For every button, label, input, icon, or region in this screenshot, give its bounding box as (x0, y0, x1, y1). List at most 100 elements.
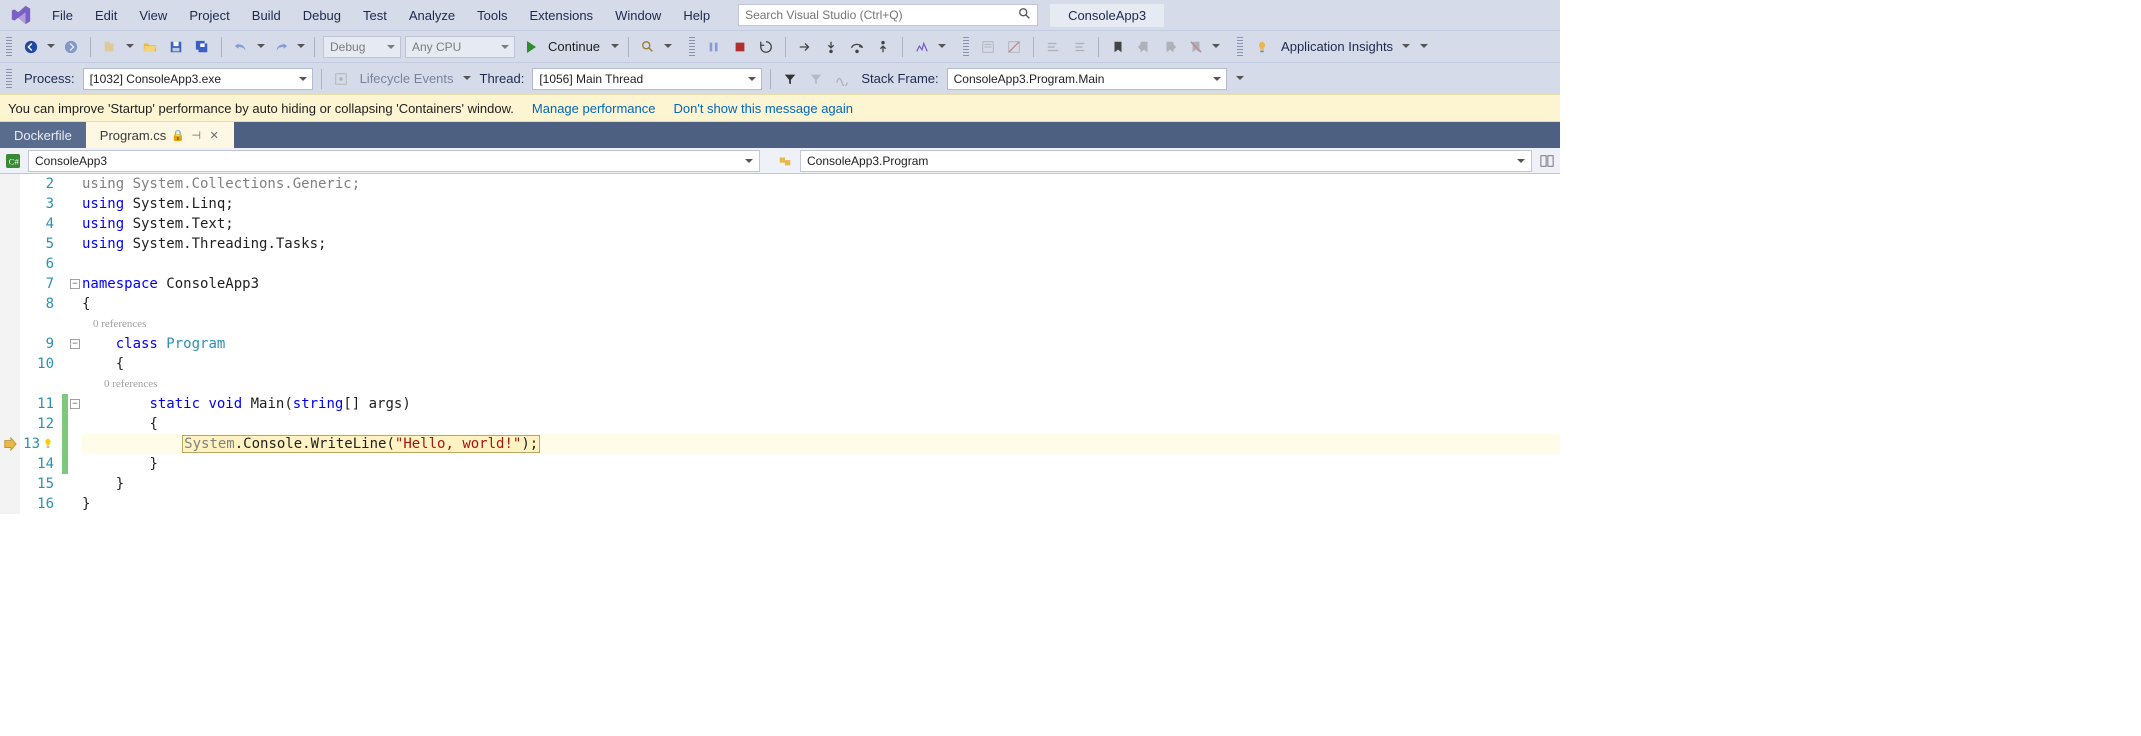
redo-button[interactable] (270, 36, 292, 58)
project-dropdown[interactable]: ConsoleApp3 (28, 150, 760, 172)
step-over-button[interactable] (846, 36, 868, 58)
undo-button[interactable] (230, 36, 252, 58)
fold-toggle[interactable]: − (70, 279, 80, 289)
nav-back-button[interactable] (20, 36, 42, 58)
solution-platform-dropdown[interactable]: Any CPU (405, 36, 515, 58)
manage-performance-link[interactable]: Manage performance (532, 101, 656, 116)
process-dropdown[interactable]: [1032] ConsoleApp3.exe (83, 68, 313, 90)
show-next-statement-button[interactable] (794, 36, 816, 58)
redo-dropdown[interactable] (296, 36, 306, 58)
insights-dropdown[interactable] (1401, 36, 1411, 58)
lifecycle-dropdown[interactable] (462, 68, 472, 90)
toolbar-grip[interactable] (689, 37, 695, 57)
toolbar-grip[interactable] (1237, 37, 1243, 57)
lifecycle-label[interactable]: Lifecycle Events (356, 71, 458, 86)
menu-extensions[interactable]: Extensions (519, 4, 603, 27)
format-selection-button[interactable] (1068, 36, 1090, 58)
outlining-gutter[interactable]: − − − (68, 174, 82, 514)
standard-toolbar: Debug Any CPU Continue Application Insig… (0, 30, 1560, 62)
continue-button[interactable]: Continue (519, 36, 606, 58)
thread-dropdown[interactable]: [1056] Main Thread (532, 68, 762, 90)
toolbar-grip[interactable] (6, 37, 12, 57)
tab-label: Dockerfile (14, 128, 72, 143)
solution-config-dropdown[interactable]: Debug (323, 36, 401, 58)
separator (321, 69, 322, 89)
new-project-button[interactable] (99, 36, 121, 58)
intellitrace-dropdown[interactable] (937, 36, 947, 58)
vs-logo-icon (10, 4, 32, 26)
insights-label[interactable]: Application Insights (1277, 39, 1397, 54)
stop-debug-button[interactable] (729, 36, 751, 58)
show-threads-button[interactable] (831, 68, 853, 90)
menu-help[interactable]: Help (673, 4, 720, 27)
toolbar-overflow[interactable] (1235, 68, 1245, 90)
process-label: Process: (20, 71, 79, 86)
separator (221, 37, 222, 57)
open-file-button[interactable] (139, 36, 161, 58)
codelens-references[interactable]: 0 references (93, 318, 146, 330)
menu-debug[interactable]: Debug (293, 4, 351, 27)
restart-button[interactable] (755, 36, 777, 58)
toolbar-grip[interactable] (963, 37, 969, 57)
threads-flag-button[interactable] (805, 68, 827, 90)
step-into-button[interactable] (820, 36, 842, 58)
lightbulb-icon[interactable] (42, 438, 54, 450)
type-dropdown-label: ConsoleApp3.Program (807, 154, 928, 168)
close-icon[interactable]: ✕ (208, 129, 220, 141)
project-dropdown-label: ConsoleApp3 (35, 154, 107, 168)
menu-analyze[interactable]: Analyze (399, 4, 465, 27)
split-editor-button[interactable] (1536, 150, 1558, 172)
code-content[interactable]: using System.Collections.Generic; using … (82, 174, 1560, 514)
step-out-button[interactable] (872, 36, 894, 58)
find-dropdown[interactable] (663, 36, 673, 58)
continue-label: Continue (548, 39, 600, 54)
break-all-button[interactable] (703, 36, 725, 58)
menu-file[interactable]: File (42, 4, 83, 27)
toolbar-overflow[interactable] (1211, 36, 1221, 58)
debug-toolbar: Process: [1032] ConsoleApp3.exe Lifecycl… (0, 62, 1560, 94)
pin-icon[interactable]: ⊣ (190, 129, 202, 141)
next-bookmark-button[interactable] (1159, 36, 1181, 58)
separator (770, 69, 771, 89)
menu-project[interactable]: Project (179, 4, 239, 27)
continue-dropdown[interactable] (610, 36, 620, 58)
undo-dropdown[interactable] (256, 36, 266, 58)
code-editor[interactable]: 2 3 4 5 6 7 8 9 10 11 12 13 14 15 16 − −… (0, 174, 1560, 514)
bookmark-button[interactable] (1107, 36, 1129, 58)
codelens-references[interactable]: 0 references (104, 378, 157, 390)
new-project-dropdown[interactable] (125, 36, 135, 58)
menu-view[interactable]: View (129, 4, 177, 27)
dismiss-infobar-link[interactable]: Don't show this message again (673, 101, 853, 116)
stackframe-dropdown[interactable]: ConsoleApp3.Program.Main (947, 68, 1227, 90)
find-in-files-button[interactable] (637, 36, 659, 58)
current-line: System.Console.WriteLine("Hello, world!"… (82, 434, 1560, 454)
svg-text:C#: C# (9, 156, 20, 166)
menu-test[interactable]: Test (353, 4, 397, 27)
toolbar-overflow[interactable] (1419, 36, 1429, 58)
format-button[interactable] (1042, 36, 1064, 58)
menu-tools[interactable]: Tools (467, 4, 517, 27)
comment-out-button[interactable] (977, 36, 999, 58)
menu-edit[interactable]: Edit (85, 4, 127, 27)
tab-dockerfile[interactable]: Dockerfile (0, 122, 86, 148)
nav-back-dropdown[interactable] (46, 36, 56, 58)
type-dropdown[interactable]: ConsoleApp3.Program (800, 150, 1532, 172)
nav-forward-button[interactable] (60, 36, 82, 58)
clear-bookmarks-button[interactable] (1185, 36, 1207, 58)
intellitrace-button[interactable] (911, 36, 933, 58)
breakpoint-gutter[interactable] (0, 174, 20, 514)
current-statement-marker (0, 434, 20, 454)
menu-window[interactable]: Window (605, 4, 671, 27)
prev-bookmark-button[interactable] (1133, 36, 1155, 58)
threads-filter-button[interactable] (779, 68, 801, 90)
fold-toggle[interactable]: − (70, 399, 80, 409)
uncomment-button[interactable] (1003, 36, 1025, 58)
fold-toggle[interactable]: − (70, 339, 80, 349)
search-input[interactable] (738, 4, 1038, 26)
save-button[interactable] (165, 36, 187, 58)
tab-program-cs[interactable]: Program.cs 🔒 ⊣ ✕ (86, 122, 234, 148)
toolbar-grip[interactable] (6, 69, 12, 89)
menu-build[interactable]: Build (242, 4, 291, 27)
performance-infobar: You can improve 'Startup' performance by… (0, 94, 1560, 122)
save-all-button[interactable] (191, 36, 213, 58)
